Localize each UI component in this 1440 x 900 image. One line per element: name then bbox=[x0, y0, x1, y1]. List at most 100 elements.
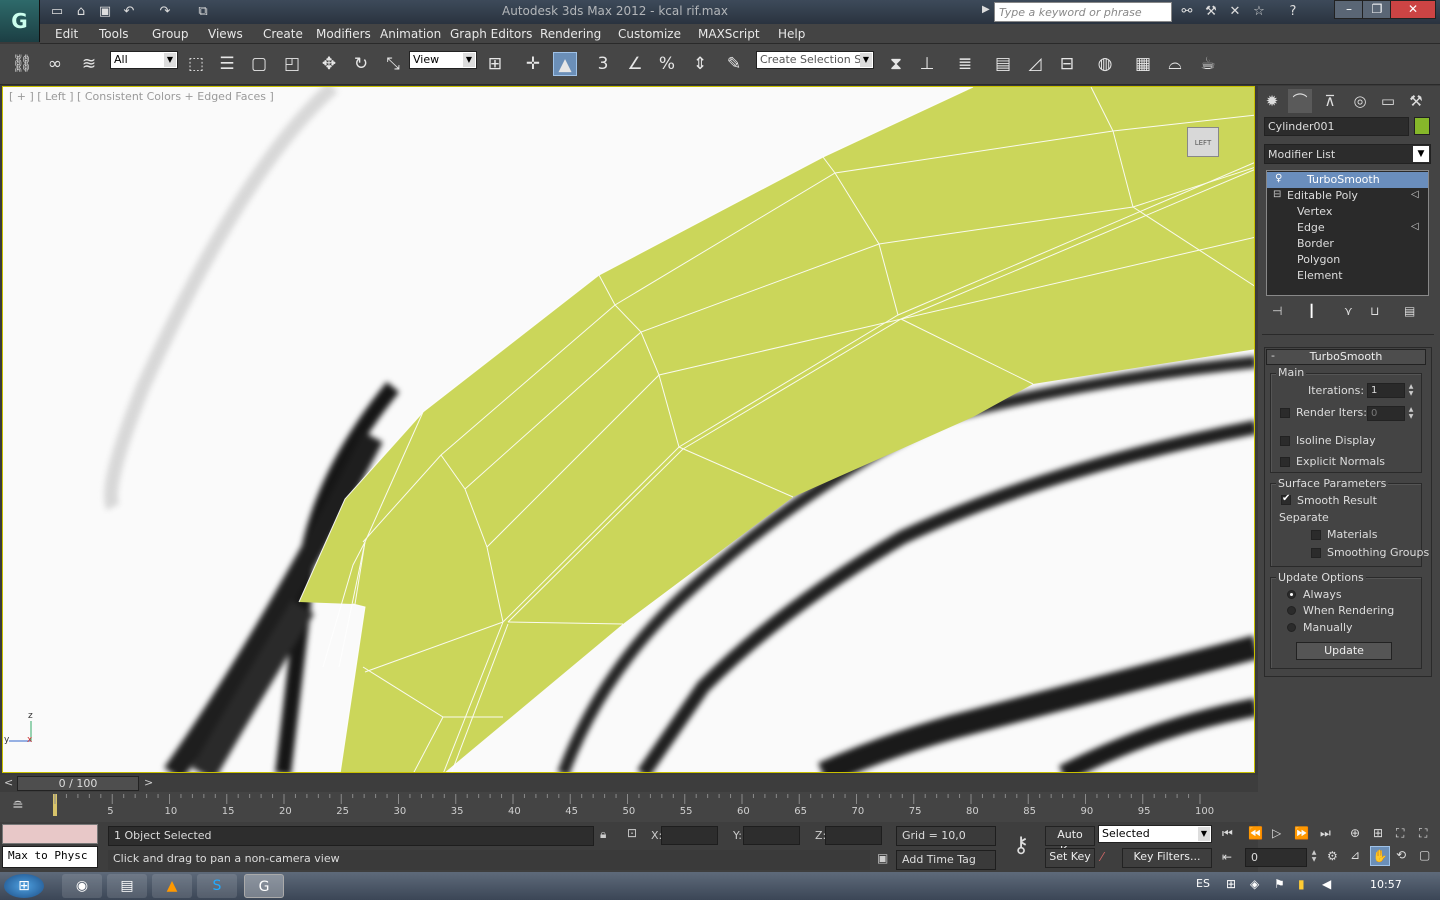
menu-edit[interactable]: Edit bbox=[55, 27, 78, 41]
utilities-tab-icon[interactable]: ⚒ bbox=[1404, 89, 1428, 113]
next-frame-icon[interactable]: ⏩ bbox=[1294, 826, 1309, 840]
stack-item-polygon[interactable]: Polygon bbox=[1267, 252, 1428, 268]
viewport-label[interactable]: [ + ] [ Left ] [ Consistent Colors + Edg… bbox=[9, 90, 274, 103]
tray-app-icon[interactable]: ◈ bbox=[1250, 877, 1259, 891]
smooth-result-checkbox[interactable] bbox=[1281, 493, 1291, 505]
key-mode-toggle-icon[interactable]: ⇤ bbox=[1222, 850, 1232, 864]
minimize-button[interactable]: – bbox=[1334, 0, 1364, 19]
help-icon[interactable]: ? bbox=[1284, 3, 1302, 20]
stack-item-turbosmooth[interactable]: TurboSmooth bbox=[1267, 172, 1428, 188]
link-icon[interactable]: ⛓ bbox=[10, 52, 34, 76]
app-menu-button[interactable]: G bbox=[0, 0, 40, 42]
selection-filter-dropdown[interactable]: All ▼ bbox=[110, 51, 178, 69]
snaps-toggle-icon[interactable]: 3 bbox=[591, 52, 615, 76]
stack-item-vertex[interactable]: Vertex bbox=[1267, 204, 1428, 220]
spinner-snap-icon[interactable]: ⇕ bbox=[688, 52, 712, 76]
material-editor-icon[interactable]: ◍ bbox=[1093, 52, 1117, 76]
scale-icon[interactable]: ⤡ bbox=[381, 52, 405, 76]
x-coordinate-field[interactable] bbox=[661, 826, 718, 845]
explorer-icon[interactable]: ▤ bbox=[107, 874, 147, 898]
layer-manager-icon[interactable]: ≣ bbox=[953, 52, 977, 76]
select-object-icon[interactable]: ⬚ bbox=[184, 52, 208, 76]
render-iters-checkbox[interactable] bbox=[1280, 408, 1290, 418]
current-frame-field[interactable]: 0 bbox=[1245, 848, 1307, 867]
menu-graph-editors[interactable]: Graph Editors bbox=[450, 27, 532, 41]
rectangular-selection-icon[interactable]: ▢ bbox=[247, 52, 271, 76]
unlink-icon[interactable]: ∞ bbox=[43, 52, 67, 76]
clock[interactable]: 10:57 bbox=[1370, 878, 1402, 891]
configure-modifier-sets-icon[interactable]: ▤ bbox=[1404, 304, 1415, 318]
maximize-button[interactable]: ❐ bbox=[1362, 0, 1392, 19]
spinner-arrows-icon[interactable]: ▲ ▼ bbox=[1309, 849, 1319, 864]
modifier-list-dropdown[interactable]: Modifier List ▼ bbox=[1264, 144, 1431, 164]
viewport-left[interactable]: [ + ] [ Left ] [ Consistent Colors + Edg… bbox=[2, 86, 1255, 773]
percent-snap-icon[interactable]: % bbox=[655, 52, 679, 76]
maxscript-listener-input[interactable]: Max to Physc bbox=[2, 846, 98, 868]
show-end-result-icon[interactable]: ┃ bbox=[1308, 304, 1315, 318]
maximize-viewport-icon[interactable]: ▢ bbox=[1419, 848, 1430, 862]
volume-icon[interactable]: ◀ bbox=[1322, 877, 1331, 891]
stack-item-editable-poly[interactable]: Editable Poly bbox=[1267, 188, 1428, 204]
project-folder-icon[interactable]: ⧉ bbox=[194, 3, 212, 20]
select-by-name-icon[interactable]: ☰ bbox=[215, 52, 239, 76]
go-to-end-icon[interactable]: ⏭ bbox=[1320, 826, 1331, 841]
set-key-icon[interactable]: ⚷ bbox=[1003, 828, 1039, 868]
smoothing-groups-checkbox[interactable] bbox=[1311, 548, 1321, 558]
key-filters-button[interactable]: Key Filters... bbox=[1122, 848, 1212, 868]
redo-icon[interactable]: ↷ bbox=[156, 3, 174, 20]
rendered-frame-window-icon[interactable]: ⌓ bbox=[1163, 52, 1187, 76]
menu-help[interactable]: Help bbox=[778, 27, 805, 41]
render-iters-spinner[interactable]: 0 bbox=[1367, 406, 1405, 421]
lightbulb-icon[interactable]: ♀ bbox=[1275, 173, 1282, 184]
menu-rendering[interactable]: Rendering bbox=[540, 27, 601, 41]
binoculars-icon[interactable]: ⚯ bbox=[1178, 3, 1196, 20]
graphite-ribbon-icon[interactable]: ▤ bbox=[991, 52, 1015, 76]
stack-item-border[interactable]: Border bbox=[1267, 236, 1428, 252]
update-when-rendering-radio[interactable] bbox=[1287, 606, 1296, 615]
menu-views[interactable]: Views bbox=[208, 27, 243, 41]
absolute-mode-icon[interactable]: ⊡ bbox=[627, 826, 637, 840]
align-icon[interactable]: ⊥ bbox=[915, 52, 939, 76]
go-to-start-icon[interactable]: ⏮ bbox=[1222, 826, 1233, 841]
modify-tab-icon[interactable]: ⌒ bbox=[1288, 89, 1312, 113]
curve-editor-icon[interactable]: ◿ bbox=[1023, 52, 1047, 76]
key-mode-dropdown[interactable]: Selected ▼ bbox=[1098, 825, 1212, 843]
close-button[interactable]: ✕ bbox=[1390, 0, 1436, 19]
stack-item-edge[interactable]: Edge bbox=[1267, 220, 1428, 236]
field-of-view-icon[interactable]: ⊿ bbox=[1350, 848, 1360, 862]
vlc-icon[interactable]: ▲ bbox=[152, 874, 192, 898]
menu-customize[interactable]: Customize bbox=[618, 27, 681, 41]
spinner-arrows-icon[interactable]: ▲ ▼ bbox=[1406, 383, 1416, 398]
tray-network-icon[interactable]: ⊞ bbox=[1226, 877, 1236, 891]
edit-named-selection-icon[interactable]: ✎ bbox=[722, 52, 746, 76]
rollout-header[interactable]: TurboSmooth bbox=[1266, 349, 1426, 365]
stack-item-element[interactable]: Element bbox=[1267, 268, 1428, 284]
render-setup-icon[interactable]: ▦ bbox=[1131, 52, 1155, 76]
time-prev-icon[interactable]: < bbox=[4, 776, 13, 789]
materials-checkbox[interactable] bbox=[1311, 530, 1321, 540]
zoom-icon[interactable]: ⊕ bbox=[1350, 826, 1360, 840]
object-color-swatch[interactable] bbox=[1414, 117, 1430, 135]
rotate-icon[interactable]: ↻ bbox=[349, 52, 373, 76]
zoom-extents-all-icon[interactable]: ⛶ bbox=[1419, 826, 1427, 841]
undo-icon[interactable]: ↶ bbox=[120, 3, 138, 20]
z-coordinate-field[interactable] bbox=[825, 826, 882, 845]
tray-flag-icon[interactable]: ⚑ bbox=[1274, 877, 1285, 891]
new-file-icon[interactable]: ▭ bbox=[48, 3, 66, 20]
select-manipulate-icon[interactable]: ✛ bbox=[521, 52, 545, 76]
set-key-button[interactable]: Set Key bbox=[1045, 848, 1095, 868]
reference-coordinate-dropdown[interactable]: View ▼ bbox=[409, 51, 477, 69]
search-expand-icon[interactable]: ▶ bbox=[982, 4, 990, 15]
zoom-extents-icon[interactable]: ⛶ bbox=[1396, 826, 1404, 841]
play-icon[interactable]: ▷ bbox=[1272, 826, 1281, 840]
time-next-icon[interactable]: > bbox=[144, 776, 153, 789]
iterations-spinner[interactable]: 1 bbox=[1367, 383, 1405, 398]
pin-stack-button-icon[interactable]: ⊣ bbox=[1272, 304, 1282, 318]
open-file-icon[interactable]: ⌂ bbox=[72, 3, 90, 20]
remove-modifier-icon[interactable]: ⊔ bbox=[1370, 304, 1379, 318]
update-always-radio[interactable] bbox=[1287, 590, 1296, 599]
menu-maxscript[interactable]: MAXScript bbox=[698, 27, 760, 41]
start-button-icon[interactable]: ⊞ bbox=[4, 874, 44, 898]
menu-tools[interactable]: Tools bbox=[99, 27, 129, 41]
window-crossing-icon[interactable]: ◰ bbox=[280, 52, 304, 76]
